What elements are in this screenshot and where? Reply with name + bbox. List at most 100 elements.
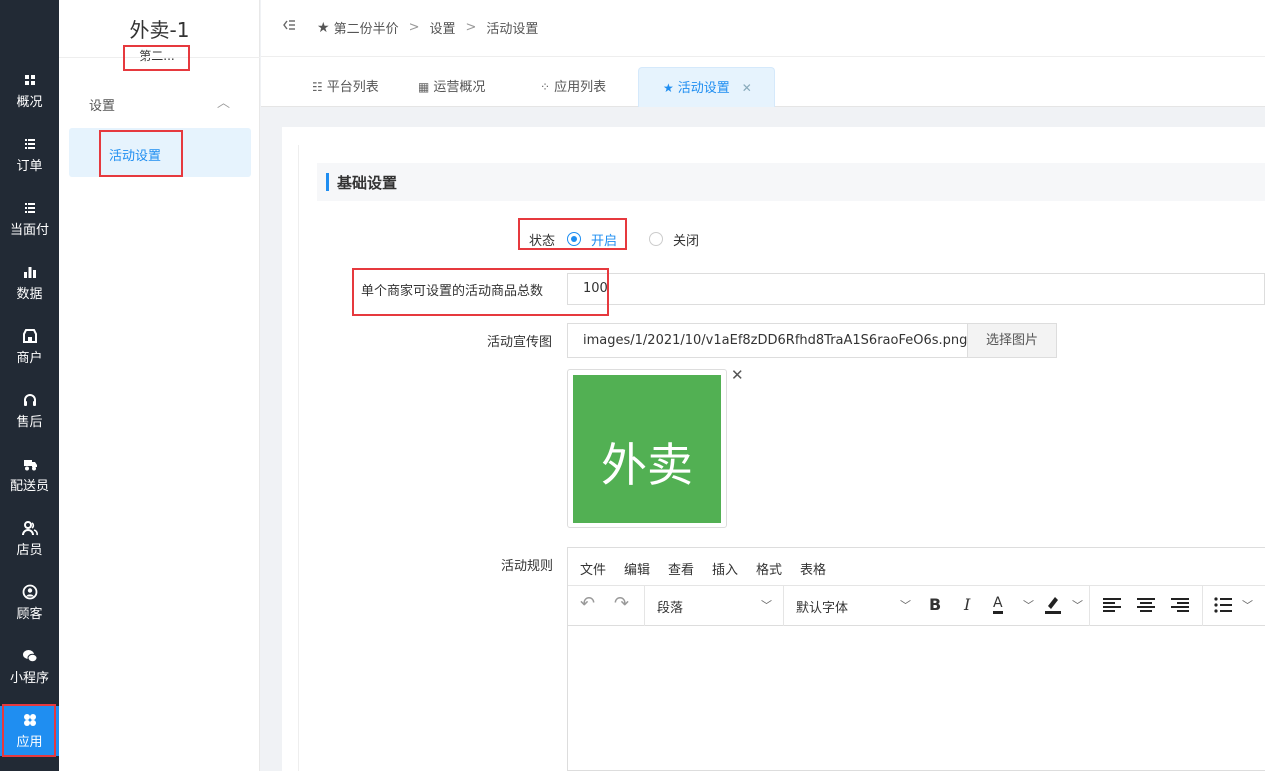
banner-path-input[interactable]: images/1/2021/10/v1aEf8zDD6Rfhd8TraA1S6r… bbox=[567, 323, 968, 358]
section-title: 基础设置 bbox=[337, 174, 398, 192]
breadcrumb: ★ 第二份半价 > 设置 > 活动设置 bbox=[317, 18, 538, 38]
store-title: 外卖-1 bbox=[129, 18, 190, 42]
menu-table[interactable]: 表格 bbox=[800, 559, 826, 578]
align-center-icon[interactable] bbox=[1137, 597, 1155, 617]
delivery-icon bbox=[23, 460, 37, 471]
nav-item-riders[interactable]: 配送员 bbox=[0, 450, 59, 510]
italic-icon[interactable]: I bbox=[964, 595, 970, 614]
chevron-down-icon[interactable]: ﹀ bbox=[900, 597, 911, 613]
choose-image-button[interactable]: 选择图片 bbox=[967, 323, 1057, 358]
chevron-up-icon[interactable]: ︿ bbox=[217, 92, 230, 111]
block-format-select[interactable]: 段落 bbox=[657, 597, 683, 616]
nav-item-overview[interactable]: 概况 bbox=[0, 66, 59, 126]
status-off-label[interactable]: 关闭 bbox=[673, 230, 699, 249]
nav-label: 配送员 bbox=[9, 479, 49, 494]
toolbar-divider bbox=[1089, 586, 1090, 626]
bar-chart-icon bbox=[23, 267, 36, 278]
status-on-label[interactable]: 开启 bbox=[591, 230, 617, 249]
menu-view[interactable]: 查看 bbox=[668, 559, 694, 578]
store-icon bbox=[22, 329, 37, 343]
grid-icon bbox=[24, 75, 35, 85]
banner-preview-image: 外卖 bbox=[573, 375, 721, 523]
max-goods-input[interactable]: 100 bbox=[567, 273, 1265, 305]
nav-item-apps[interactable]: 应用 bbox=[0, 706, 59, 756]
status-on-radio[interactable] bbox=[567, 232, 581, 246]
align-left-icon[interactable] bbox=[1103, 597, 1121, 617]
breadcrumb-level1[interactable]: 设置 bbox=[429, 18, 455, 37]
section-header: 基础设置 bbox=[317, 163, 1265, 201]
star-icon: ★ bbox=[317, 19, 330, 36]
chevron-down-icon[interactable]: ﹀ bbox=[761, 597, 772, 613]
chevron-down-icon[interactable]: ﹀ bbox=[1242, 597, 1253, 613]
rules-label: 活动规则 bbox=[501, 559, 554, 574]
menu-file[interactable]: 文件 bbox=[580, 559, 606, 578]
nav-label: 当面付 bbox=[9, 223, 49, 238]
apps-icon bbox=[23, 714, 36, 726]
breadcrumb-root[interactable]: 第二份半价 bbox=[334, 18, 399, 37]
apps-icon: ⁘ bbox=[540, 80, 551, 94]
tab-label: 运营概况 bbox=[433, 80, 486, 95]
list-icon bbox=[24, 203, 35, 213]
tab-bar: ☷ 平台列表 ▦ 运营概况 ⁘ 应用列表 ★ 活动设置 ✕ bbox=[261, 57, 1265, 107]
menu-insert[interactable]: 插入 bbox=[712, 559, 738, 578]
toolbar-divider bbox=[783, 586, 784, 626]
chevron-down-icon[interactable]: ﹀ bbox=[1072, 597, 1083, 613]
sidebar-group-settings[interactable]: 设置 bbox=[89, 95, 115, 114]
nav-item-after-sales[interactable]: 售后 bbox=[0, 386, 59, 446]
max-goods-label: 单个商家可设置的活动商品总数 bbox=[361, 284, 544, 299]
nav-item-merchants[interactable]: 商户 bbox=[0, 322, 59, 382]
toolbar-divider bbox=[1202, 586, 1203, 626]
highlight-color-icon[interactable] bbox=[1044, 594, 1062, 618]
bold-icon[interactable]: B bbox=[929, 595, 941, 614]
menu-format[interactable]: 格式 bbox=[756, 559, 782, 578]
nav-label: 小程序 bbox=[9, 671, 49, 686]
list-icon: ☷ bbox=[312, 80, 323, 94]
editor-menubar: 文件 编辑 查看 插入 格式 表格 bbox=[568, 548, 1265, 586]
align-right-icon[interactable] bbox=[1171, 597, 1189, 617]
undo-icon[interactable]: ↶ bbox=[580, 593, 595, 614]
tab-activity-settings[interactable]: ★ 活动设置 ✕ bbox=[638, 67, 775, 107]
nav-label: 顾客 bbox=[16, 607, 43, 622]
tab-label: 应用列表 bbox=[554, 80, 607, 95]
tab-app-list[interactable]: ⁘ 应用列表 bbox=[540, 67, 606, 107]
font-family-select[interactable]: 默认字体 bbox=[796, 597, 848, 616]
nav-label: 应用 bbox=[16, 735, 43, 750]
redo-icon[interactable]: ↷ bbox=[614, 593, 629, 614]
bullet-list-icon[interactable] bbox=[1214, 597, 1232, 617]
collapse-menu-icon[interactable] bbox=[282, 18, 296, 36]
divider bbox=[59, 57, 260, 58]
nav-item-face-pay[interactable]: 当面付 bbox=[0, 194, 59, 254]
list-icon bbox=[24, 139, 35, 149]
banner-label: 活动宣传图 bbox=[487, 335, 553, 350]
user-circle-icon bbox=[22, 584, 37, 600]
users-icon bbox=[21, 521, 38, 536]
nav-item-customers[interactable]: 顾客 bbox=[0, 578, 59, 638]
text-color-icon[interactable]: A bbox=[993, 595, 1003, 614]
tab-platform-list[interactable]: ☷ 平台列表 bbox=[312, 67, 379, 107]
nav-item-miniprogram[interactable]: 小程序 bbox=[0, 642, 59, 702]
wechat-icon bbox=[22, 650, 37, 663]
tab-label: 平台列表 bbox=[326, 80, 379, 95]
main-nav: 概况 订单 当面付 数据 商户 售后 配送员 店员 顾客 小程序 应用 bbox=[0, 0, 59, 771]
close-icon[interactable]: ✕ bbox=[742, 81, 752, 95]
menu-edit[interactable]: 编辑 bbox=[624, 559, 650, 578]
nav-item-orders[interactable]: 订单 bbox=[0, 130, 59, 190]
nav-label: 店员 bbox=[16, 543, 43, 558]
tab-operation-overview[interactable]: ▦ 运营概况 bbox=[418, 67, 485, 107]
sidebar-item-activity-settings[interactable]: 活动设置 bbox=[69, 128, 251, 177]
toolbar-divider bbox=[644, 586, 645, 626]
grid-icon: ▦ bbox=[418, 80, 430, 94]
close-icon[interactable]: ✕ bbox=[731, 366, 744, 384]
rich-text-editor: 文件 编辑 查看 插入 格式 表格 ↶ ↷ 段落 ﹀ 默认字体 ﹀ B I A … bbox=[567, 547, 1265, 771]
nav-label: 商户 bbox=[16, 351, 43, 366]
headset-icon bbox=[23, 394, 36, 406]
status-off-radio[interactable] bbox=[649, 232, 663, 246]
chevron-down-icon[interactable]: ﹀ bbox=[1023, 597, 1034, 613]
section-accent-bar bbox=[326, 173, 329, 191]
top-bar: ★ 第二份半价 > 设置 > 活动设置 bbox=[261, 0, 1265, 57]
sub-sidebar: 外卖-1 第二... 设置 ︿ 活动设置 bbox=[59, 0, 260, 771]
breadcrumb-separator: > bbox=[465, 20, 477, 35]
nav-item-data[interactable]: 数据 bbox=[0, 258, 59, 318]
nav-label: 售后 bbox=[16, 415, 43, 430]
nav-item-staff[interactable]: 店员 bbox=[0, 514, 59, 574]
